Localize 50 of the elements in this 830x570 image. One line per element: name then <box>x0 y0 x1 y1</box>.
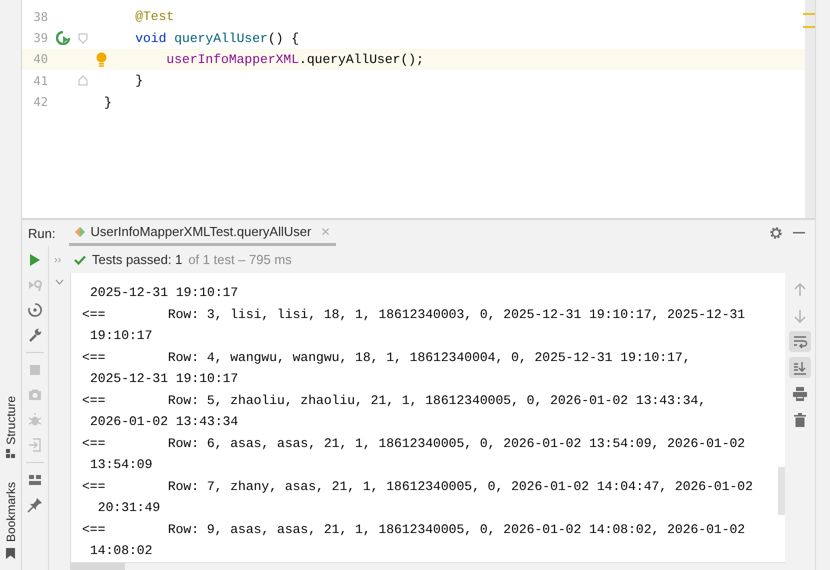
pin-icon[interactable] <box>27 497 43 513</box>
console-line: 19:10:17 <box>89 327 154 345</box>
code-line: @Test <box>134 9 174 24</box>
test-summary: Tests passed: 1 <box>92 252 182 267</box>
code-line: userInfoMapperXML.queryAllUser(); <box>165 52 424 67</box>
console-line: 2026-01-02 13:43:34 <box>89 413 240 431</box>
warning-mark[interactable] <box>803 13 815 15</box>
minimize-icon[interactable] <box>793 232 805 234</box>
console-line: <== Row: 3, lisi, lisi, 18, 1, 18612340003, 0, 2025-12-31 19:10:17, 2025-12-31 <box>82 306 746 324</box>
wrench-icon[interactable] <box>27 327 43 343</box>
console-line: <== Row: 6, asas, asas, 21, 1, 18612340005, 0, 2026-01-02 13:54:09, 2026-01-02 <box>82 434 746 452</box>
line-number: 40 <box>32 52 48 66</box>
run-test-icon[interactable] <box>56 31 70 46</box>
structure-icon <box>6 449 15 458</box>
run-tab[interactable]: UserInfoMapperXMLTest.queryAllUser ✕ <box>69 220 336 246</box>
console-line: 20:31:49 <box>96 499 162 517</box>
check-icon <box>74 254 86 264</box>
console-line: <== Row: 9, asas, asas, 21, 1, 18612340005, 0, 2026-01-02 14:08:02, 2026-01-02 <box>82 520 746 538</box>
console-line: 2025-12-31 19:10:17 <box>89 284 240 302</box>
run-label: Run: <box>28 226 56 240</box>
line-number: 41 <box>32 74 48 88</box>
test-detail: of 1 test – 795 ms <box>188 252 292 267</box>
console-line: <== Row: 4, wangwu, wangwu, 18, 1, 18612340004, 0, 2025-12-31 19:10:17, <box>82 348 692 366</box>
soft-wrap-icon[interactable] <box>789 331 811 352</box>
fold-icon[interactable] <box>78 75 88 86</box>
code-line: } <box>134 73 144 88</box>
code-line: } <box>104 94 112 110</box>
line-number: 42 <box>32 95 48 110</box>
test-class-icon <box>75 226 86 236</box>
settings-icon[interactable] <box>769 226 783 240</box>
scrollbar-thumb[interactable] <box>71 562 125 570</box>
code-line: void queryAllUser() { <box>134 30 300 46</box>
console-line: 2025-12-31 19:10:17 <box>89 370 240 388</box>
fold-icon[interactable] <box>78 32 88 44</box>
layout-icon[interactable] <box>27 472 43 488</box>
tool-window-tab[interactable]: Structure <box>4 396 18 444</box>
toggle-icon[interactable] <box>27 302 43 318</box>
scroll-to-end-icon[interactable] <box>789 357 811 378</box>
tool-window-tab[interactable]: Bookmarks <box>4 482 18 542</box>
line-number: 39 <box>32 31 48 46</box>
line-number: 38 <box>32 10 48 24</box>
console-line: <== Row: 7, zhany, asas, 21, 1, 18612340005, 0, 2026-01-02 14:04:47, 2026-01-02 <box>82 478 754 496</box>
warning-mark[interactable] <box>803 26 815 28</box>
console-line: <== Row: 5, zhaoliu, zhaoliu, 21, 1, 18612340005, 0, 2026-01-02 13:43:34, <box>82 392 708 410</box>
lightbulb-icon[interactable] <box>96 52 107 67</box>
chevron-down-icon[interactable] <box>55 279 64 285</box>
console-line: 14:08:02 <box>89 542 154 560</box>
bookmark-icon <box>6 548 15 558</box>
scrollbar-thumb[interactable] <box>778 467 785 515</box>
console-line: 13:54:09 <box>89 456 154 474</box>
